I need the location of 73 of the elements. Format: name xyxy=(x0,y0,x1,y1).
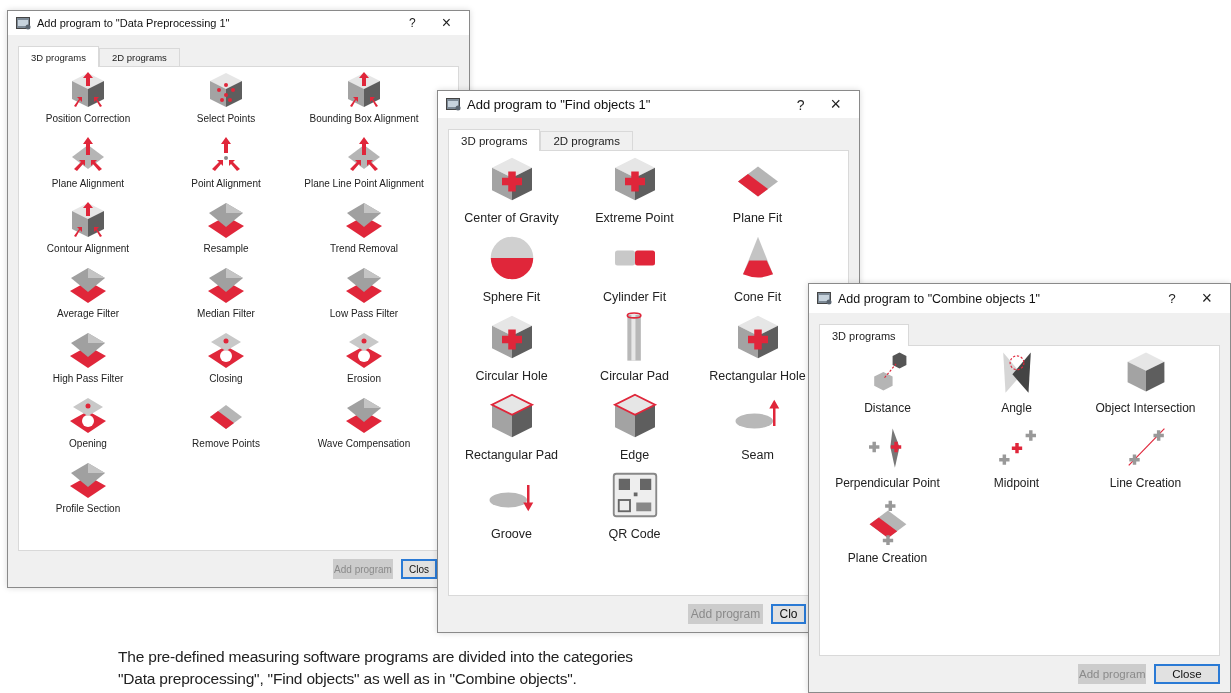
close-button[interactable]: × xyxy=(820,94,851,115)
program-label[interactable]: Remove Points xyxy=(192,438,260,450)
program-label[interactable]: Resample xyxy=(203,243,249,255)
program-label[interactable]: Low Pass Filter xyxy=(329,308,399,320)
program-label[interactable]: Extreme Point xyxy=(595,211,674,226)
program-label[interactable]: QR Code xyxy=(608,527,661,542)
program-label[interactable]: Center of Gravity xyxy=(464,211,559,226)
holed-plate-icon xyxy=(344,330,384,370)
tab[interactable]: 3D programs xyxy=(819,324,909,346)
tab[interactable]: 3D programs xyxy=(18,46,99,67)
layered-plate-icon xyxy=(344,265,384,305)
help-button[interactable]: ? xyxy=(398,16,426,30)
program-label[interactable]: Cone Fit xyxy=(733,290,782,305)
program-label[interactable]: Sphere Fit xyxy=(482,290,541,305)
caption-paragraph: The pre-defined measuring software programs are divided into the categories "Data preprocessing", "Find objects" as well as in "Combine objects". xyxy=(118,647,634,689)
window-title: Add program to "Data Preprocessing 1" xyxy=(37,17,231,29)
program-label[interactable]: Edge xyxy=(619,448,650,463)
program-label[interactable]: Closing xyxy=(209,373,243,385)
layered-plate-icon xyxy=(344,200,384,240)
program-label[interactable]: Trend Removal xyxy=(330,243,398,255)
app-icon xyxy=(446,98,461,111)
program-label[interactable]: Plane Line Point Alignment xyxy=(304,178,424,190)
help-button[interactable]: ? xyxy=(1158,291,1186,306)
program-label[interactable]: Median Filter xyxy=(197,308,255,320)
program-label[interactable]: Opening xyxy=(69,438,107,450)
program-label[interactable]: Circular Pad xyxy=(600,369,669,384)
program-label[interactable]: Distance xyxy=(864,401,911,416)
program-label[interactable]: Plane Alignment xyxy=(51,178,125,190)
layered-plate-icon xyxy=(206,265,246,305)
program-label[interactable]: Wave Compensation xyxy=(317,438,411,450)
holed-plate-icon xyxy=(206,330,246,370)
program-label[interactable]: Rectangular Pad xyxy=(464,448,559,463)
cylinder-icon xyxy=(626,312,643,362)
program-label[interactable]: High Pass Filter xyxy=(52,373,124,385)
program-label[interactable]: Seam xyxy=(741,448,774,463)
layered-plate-icon xyxy=(206,200,246,240)
program-label[interactable]: Select Points xyxy=(196,113,256,125)
window-title: Add program to "Combine objects 1" xyxy=(838,291,1042,306)
app-icon xyxy=(16,16,31,30)
program-label[interactable]: Groove xyxy=(491,527,532,542)
close-button[interactable]: × xyxy=(1191,288,1222,309)
layered-plate-icon xyxy=(344,395,384,435)
layered-plate-icon xyxy=(68,265,108,305)
program-label[interactable]: Angle xyxy=(1001,401,1032,416)
close-dialog-button[interactable]: Clo xyxy=(771,604,806,624)
help-button[interactable]: ? xyxy=(786,96,815,113)
program-label[interactable]: Position Correction xyxy=(45,113,131,125)
program-label[interactable]: Plane Creation xyxy=(847,551,928,566)
close-dialog-button[interactable]: Clos xyxy=(401,559,437,579)
tab[interactable]: 2D programs xyxy=(540,131,633,150)
program-label[interactable]: Average Filter xyxy=(56,308,120,320)
close-dialog-button[interactable]: Close xyxy=(1153,664,1220,684)
program-label[interactable]: Point Alignment xyxy=(191,178,261,190)
program-label[interactable]: Perpendicular Point xyxy=(835,476,940,491)
program-label[interactable]: Circular Hole xyxy=(475,369,548,384)
program-label[interactable]: Profile Section xyxy=(55,503,121,515)
program-label[interactable]: Cylinder Fit xyxy=(602,290,667,305)
program-label[interactable]: Erosion xyxy=(347,373,381,385)
program-label[interactable]: Bounding Box Alignment xyxy=(309,113,419,125)
program-label[interactable]: Line Creation xyxy=(1109,476,1182,491)
program-label[interactable]: Rectangular Hole xyxy=(709,369,806,384)
tab[interactable]: 2D programs xyxy=(98,48,180,66)
layered-plate-icon xyxy=(68,460,108,500)
window-title: Add program to "Find objects 1" xyxy=(467,97,652,112)
layered-plate-icon xyxy=(68,330,108,370)
program-label[interactable]: Contour Alignment xyxy=(46,243,130,255)
app-icon xyxy=(817,292,832,305)
program-label[interactable]: Plane Fit xyxy=(732,211,783,226)
close-button[interactable]: × xyxy=(431,14,461,32)
holed-plate-icon xyxy=(68,395,108,435)
program-label[interactable]: Object Intersection xyxy=(1095,401,1196,416)
program-label[interactable]: Midpoint xyxy=(993,476,1040,491)
tab[interactable]: 3D programs xyxy=(448,129,541,151)
